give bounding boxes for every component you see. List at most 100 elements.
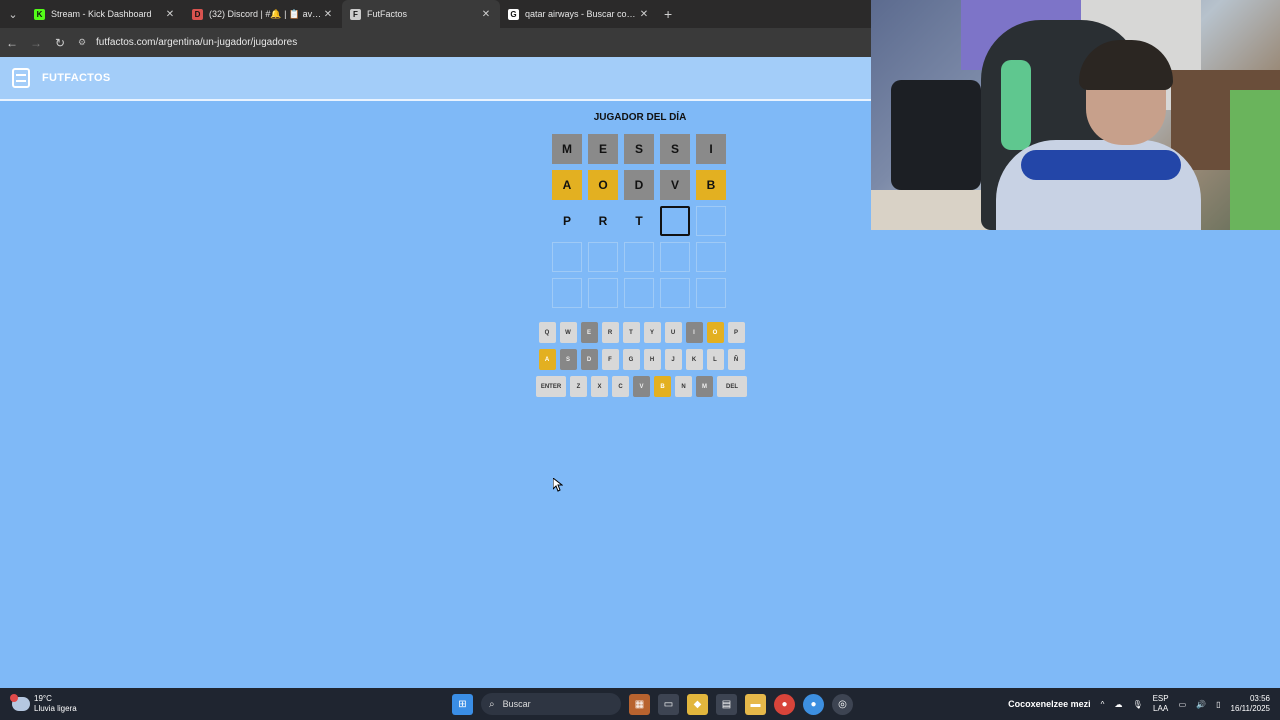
search-icon: ⌕ [489, 698, 495, 710]
mic-icon[interactable]: 🎙 [1132, 700, 1142, 709]
key-i[interactable]: I [685, 322, 703, 343]
forward-icon[interactable]: → [24, 36, 48, 50]
key-b[interactable]: B [654, 376, 671, 397]
app-title[interactable]: FUTFACTOS [42, 72, 111, 84]
futfactos-logo-icon[interactable] [12, 68, 30, 88]
taskbar-search[interactable]: ⌕ Buscar [481, 693, 621, 715]
close-tab-icon[interactable]: ✕ [322, 9, 334, 20]
browser-tab[interactable]: Gqatar airways - Buscar con Goo✕ [500, 0, 658, 28]
key-v[interactable]: V [633, 376, 650, 397]
windows-start-icon[interactable]: ⊞ [452, 693, 473, 715]
cloud-icon[interactable]: ☁ [1114, 700, 1122, 709]
key-c[interactable]: C [612, 376, 629, 397]
key-p[interactable]: P [727, 322, 745, 343]
key-x[interactable]: X [591, 376, 608, 397]
url-field[interactable]: ⚙ futfactos.com/argentina/un-jugador/jug… [78, 37, 297, 48]
close-tab-icon[interactable]: ✕ [164, 9, 176, 20]
key-enter[interactable]: ENTER [536, 376, 566, 397]
key-j[interactable]: J [664, 349, 682, 370]
letter-tile: S [624, 134, 654, 164]
key-k[interactable]: K [685, 349, 703, 370]
google-icon: G [508, 8, 519, 20]
key-m[interactable]: M [696, 376, 713, 397]
letter-tile: T [635, 214, 643, 228]
webcam-chair-accent [1001, 60, 1031, 150]
site-info-icon[interactable]: ⚙ [78, 37, 90, 48]
chrome-icon[interactable]: ● [774, 693, 795, 715]
tab-search-icon[interactable]: ⌄ [2, 3, 24, 25]
browser-tab[interactable]: D (32) Discord | #🔔 | 📋 avisos | D✕ [184, 0, 342, 28]
letter-tile: M [552, 134, 582, 164]
letter-tile: A [552, 170, 582, 200]
tab-title: qatar airways - Buscar con Goo [525, 9, 638, 19]
key-f[interactable]: F [601, 349, 619, 370]
key-ñ[interactable]: Ñ [727, 349, 745, 370]
key-l[interactable]: L [706, 349, 724, 370]
key-z[interactable]: Z [570, 376, 587, 397]
guess-row: PRT [552, 206, 726, 236]
chrome-active-icon[interactable]: ● [803, 693, 824, 715]
key-s[interactable]: S [559, 349, 577, 370]
key-w[interactable]: W [559, 322, 577, 343]
address-bar: ← → ↻ ⚙ futfactos.com/argentina/un-jugad… [0, 28, 871, 57]
url-text: futfactos.com/argentina/un-jugador/jugad… [96, 37, 298, 48]
letter-tile: R [598, 214, 608, 228]
webcam-bg-green [1230, 90, 1280, 230]
lang-top: ESP [1152, 694, 1169, 703]
webcam-person-shirt-band [1021, 150, 1181, 180]
tray-user-label: Cocoxenelzee mezi [1008, 699, 1091, 709]
letter-tile [660, 242, 690, 272]
tab-title: Stream - Kick Dashboard [51, 9, 152, 19]
letter-tile [660, 206, 690, 236]
network-icon[interactable]: ▭ [1179, 700, 1187, 709]
futfactos-icon: F [350, 8, 361, 20]
tab-title: (32) Discord | #🔔 | 📋 avisos | D [209, 8, 322, 19]
volume-icon[interactable]: 🔊 [1196, 700, 1206, 709]
weather-widget[interactable]: 19°C Lluvia ligera [10, 694, 77, 714]
battery-icon[interactable]: ▯ [1216, 700, 1220, 709]
key-d[interactable]: D [580, 349, 598, 370]
key-a[interactable]: A [538, 349, 556, 370]
letter-tile [624, 278, 654, 308]
key-o[interactable]: O [706, 322, 724, 343]
reload-icon[interactable]: ↻ [48, 36, 72, 50]
clock[interactable]: 03:56 16/11/2025 [1231, 694, 1270, 714]
letter-tile [552, 278, 582, 308]
widget-app-icon[interactable]: ▦ [629, 693, 650, 715]
key-r[interactable]: R [601, 322, 619, 343]
webcam-bg-bags [891, 80, 981, 190]
key-h[interactable]: H [643, 349, 661, 370]
letter-tile: B [696, 170, 726, 200]
task-view-icon[interactable]: ▭ [658, 693, 679, 715]
close-tab-icon[interactable]: ✕ [480, 9, 492, 20]
back-icon[interactable]: ← [0, 36, 24, 50]
letter-tile [696, 242, 726, 272]
game-title: JUGADOR DEL DÍA [593, 112, 687, 123]
new-tab-button[interactable]: + [664, 6, 672, 22]
browser-tab[interactable]: F FutFactos ✕ [342, 0, 500, 28]
app-header: FUTFACTOS [0, 57, 871, 101]
webcam-overlay [871, 0, 1280, 230]
letter-tile [660, 278, 690, 308]
key-n[interactable]: N [675, 376, 692, 397]
key-del[interactable]: DEL [717, 376, 747, 397]
key-e[interactable]: E [580, 322, 598, 343]
obs-icon[interactable]: ◎ [832, 693, 853, 715]
key-y[interactable]: Y [643, 322, 661, 343]
kick-icon: K [34, 8, 45, 20]
close-tab-icon[interactable]: ✕ [638, 9, 650, 20]
store-app-icon[interactable]: ◆ [687, 693, 708, 715]
tray-chevron-icon[interactable]: ^ [1101, 700, 1105, 709]
file-explorer-icon[interactable]: ▬ [745, 693, 766, 715]
browser-tab[interactable]: K Stream - Kick Dashboard ✕ [26, 0, 184, 28]
mouse-cursor-icon [552, 476, 564, 497]
rain-cloud-icon [10, 694, 30, 711]
language-indicator[interactable]: ESP LAA [1153, 694, 1169, 714]
key-t[interactable]: T [622, 322, 640, 343]
letter-tile: E [588, 134, 618, 164]
guess-row [552, 278, 726, 308]
calculator-icon[interactable]: ▤ [716, 693, 737, 715]
key-q[interactable]: Q [538, 322, 556, 343]
key-u[interactable]: U [664, 322, 682, 343]
key-g[interactable]: G [622, 349, 640, 370]
